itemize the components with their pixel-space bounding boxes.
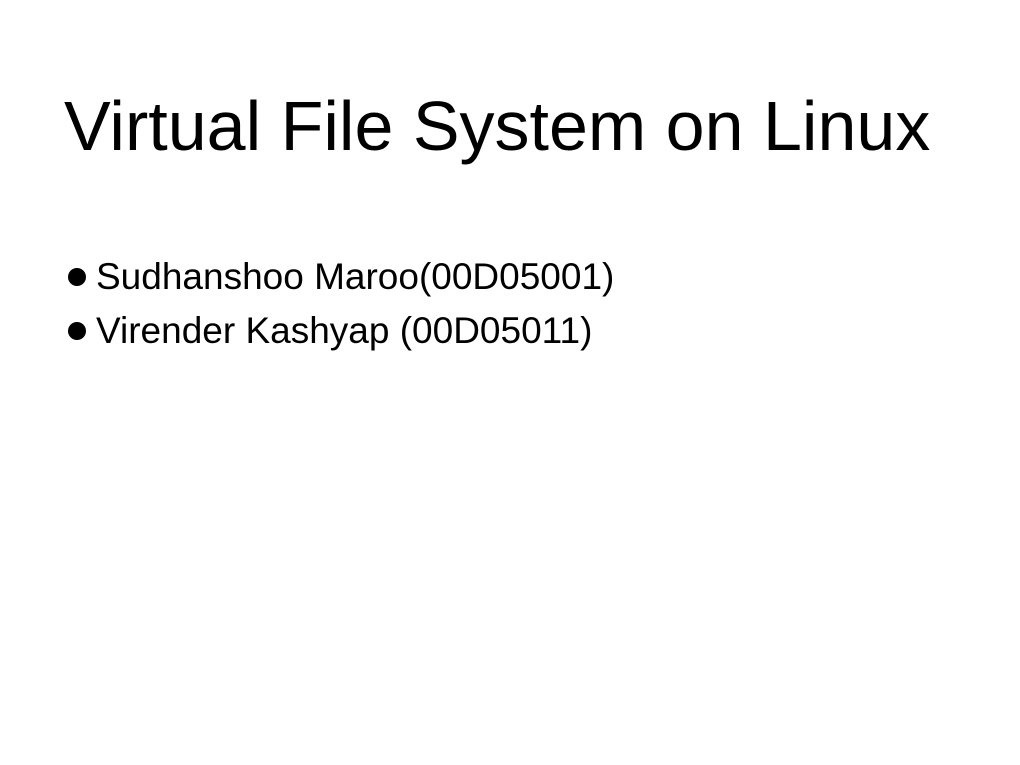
bullet-text: Virender Kashyap (00D05011) bbox=[96, 306, 592, 356]
bullet-list: Sudhanshoo Maroo(00D05001) Virender Kash… bbox=[64, 252, 956, 356]
list-item: Sudhanshoo Maroo(00D05001) bbox=[68, 252, 956, 302]
bullet-text: Sudhanshoo Maroo(00D05001) bbox=[96, 252, 614, 302]
list-item: Virender Kashyap (00D05011) bbox=[68, 306, 956, 356]
bullet-icon bbox=[68, 322, 86, 340]
slide-title: Virtual File System on Linux bbox=[64, 84, 956, 168]
bullet-icon bbox=[68, 268, 86, 286]
